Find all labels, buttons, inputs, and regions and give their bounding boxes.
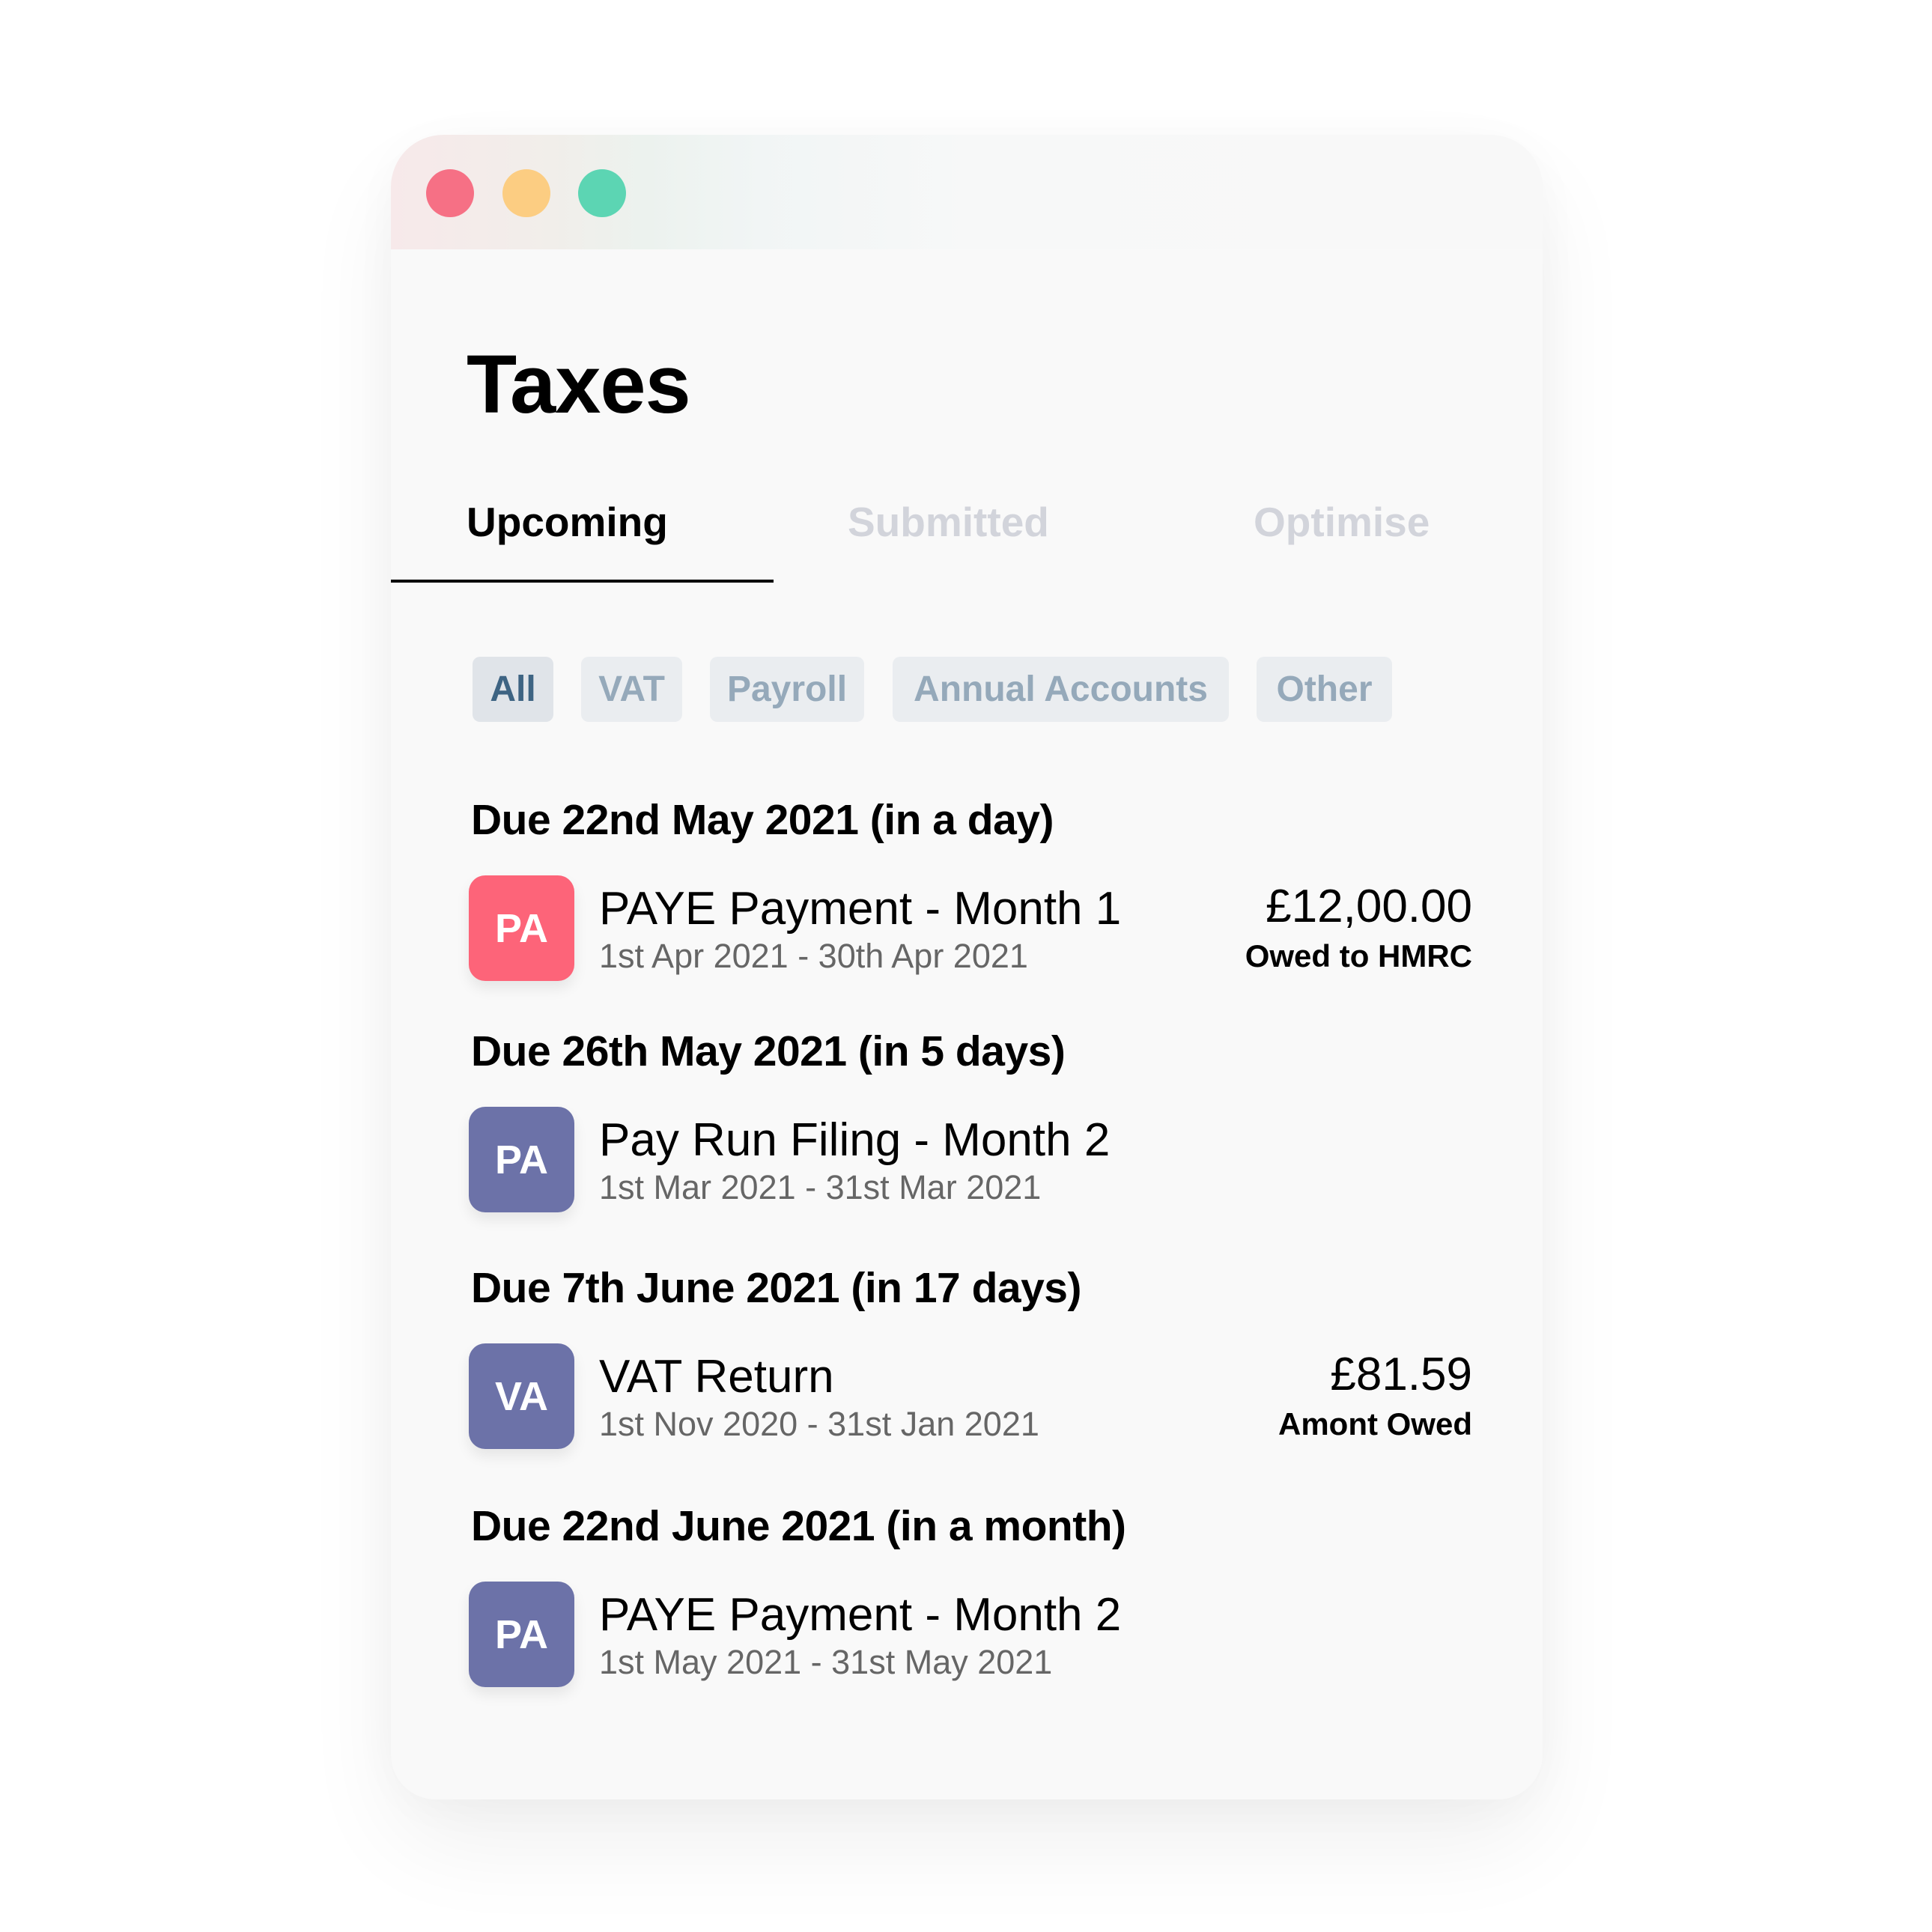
tax-type-avatar: PA <box>469 1582 574 1687</box>
tab-submitted[interactable]: Submitted <box>848 502 1049 543</box>
filter-chip-payroll[interactable]: Payroll <box>710 657 864 722</box>
filter-chip-other[interactable]: Other <box>1257 657 1392 722</box>
due-date-heading: Due 7th June 2021 (in 17 days) <box>471 1264 1081 1312</box>
title-bar <box>391 135 1543 249</box>
tax-list-item[interactable]: PA PAYE Payment - Month 1 1st Apr 2021 -… <box>469 875 1472 981</box>
tax-item-title: PAYE Payment - Month 2 <box>599 1589 1122 1641</box>
app-window: Taxes Upcoming Submitted Optimise All VA… <box>391 135 1543 1799</box>
tax-item-title: PAYE Payment - Month 1 <box>599 883 1122 935</box>
tax-item-amount-label: Amont Owed <box>1278 1406 1472 1442</box>
tax-item-period: 1st Nov 2020 - 31st Jan 2021 <box>599 1405 1039 1443</box>
tax-item-amount: £12,00.00 <box>1266 881 1472 932</box>
tax-list-item[interactable]: VA VAT Return 1st Nov 2020 - 31st Jan 20… <box>469 1343 1472 1449</box>
due-group: Due 7th June 2021 (in 17 days) VA VAT Re… <box>391 1267 1543 1492</box>
tax-item-period: 1st Mar 2021 - 31st Mar 2021 <box>599 1168 1042 1206</box>
due-date-heading: Due 26th May 2021 (in 5 days) <box>471 1027 1066 1075</box>
tab-optimise[interactable]: Optimise <box>1254 502 1430 543</box>
filter-chip-all[interactable]: All <box>473 657 553 722</box>
filter-chip-annual-accounts[interactable]: Annual Accounts <box>893 657 1229 722</box>
page-title: Taxes <box>467 338 691 431</box>
due-group: Due 22nd June 2021 (in a month) PA PAYE … <box>391 1505 1543 1730</box>
tax-type-avatar: PA <box>469 875 574 981</box>
tax-type-avatar: VA <box>469 1343 574 1449</box>
tax-item-period: 1st May 2021 - 31st May 2021 <box>599 1643 1053 1681</box>
tax-list-item[interactable]: PA Pay Run Filing - Month 2 1st Mar 2021… <box>469 1107 1472 1212</box>
tax-item-title: Pay Run Filing - Month 2 <box>599 1114 1111 1166</box>
tax-item-amount: £81.59 <box>1330 1349 1472 1400</box>
tax-item-amount-label: Owed to HMRC <box>1245 938 1472 973</box>
due-date-heading: Due 22nd June 2021 (in a month) <box>471 1502 1126 1550</box>
tab-upcoming[interactable]: Upcoming <box>467 502 668 543</box>
tax-list-item[interactable]: PA PAYE Payment - Month 2 1st May 2021 -… <box>469 1582 1472 1687</box>
due-date-heading: Due 22nd May 2021 (in a day) <box>471 796 1054 844</box>
maximize-window-button[interactable] <box>578 169 626 217</box>
tax-item-title: VAT Return <box>599 1351 834 1403</box>
due-group: Due 26th May 2021 (in 5 days) PA Pay Run… <box>391 1030 1543 1255</box>
minimize-window-button[interactable] <box>502 169 550 217</box>
filter-chip-vat[interactable]: VAT <box>581 657 682 722</box>
active-tab-indicator <box>391 580 774 583</box>
tax-item-period: 1st Apr 2021 - 30th Apr 2021 <box>599 937 1028 975</box>
close-window-button[interactable] <box>426 169 474 217</box>
due-group: Due 22nd May 2021 (in a day) PA PAYE Pay… <box>391 799 1543 1024</box>
tax-type-avatar: PA <box>469 1107 574 1212</box>
